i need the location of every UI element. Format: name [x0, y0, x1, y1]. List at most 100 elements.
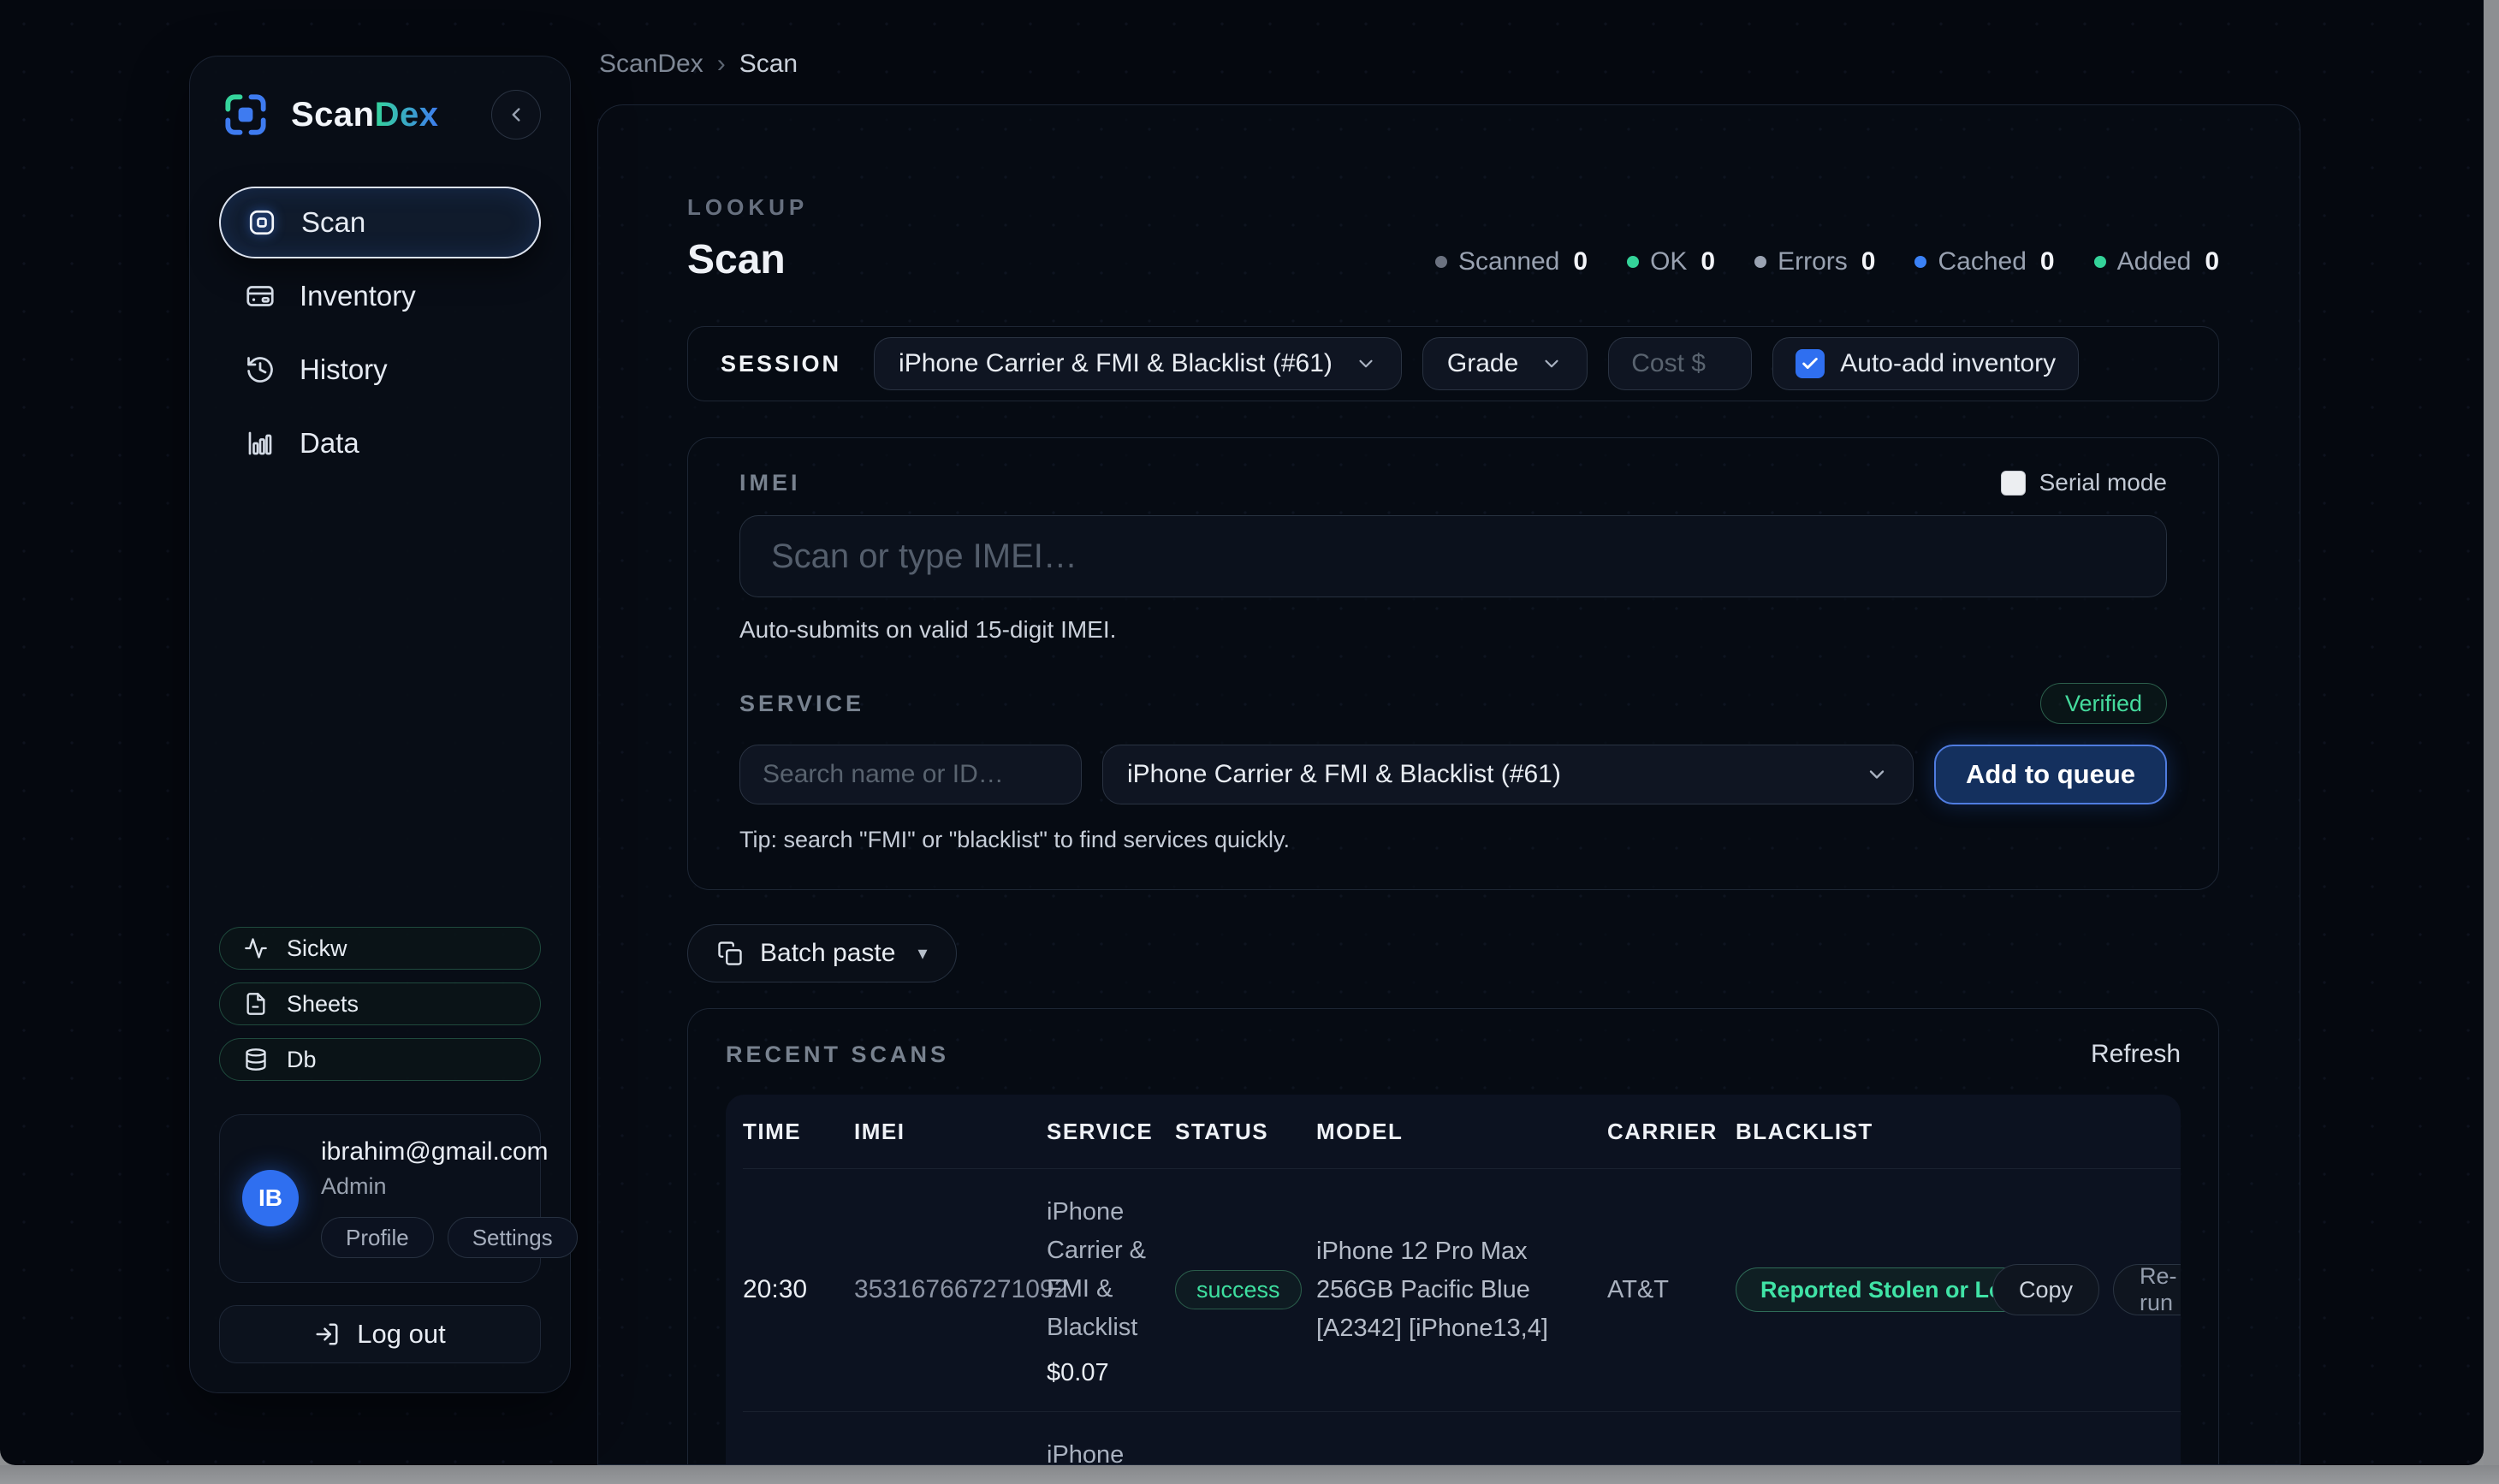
sidebar-nav: Scan Inventory History Data [219, 187, 541, 481]
tool-label: Sheets [287, 991, 359, 1018]
imei-label: IMEI [739, 470, 801, 496]
stat-dot [1914, 256, 1926, 268]
logout-icon [314, 1321, 340, 1347]
col-model: MODEL [1316, 1119, 1607, 1145]
refresh-button[interactable]: Refresh [2091, 1040, 2181, 1069]
history-clock-icon [245, 354, 276, 385]
copy-icon [717, 941, 743, 966]
service-search-input[interactable] [739, 745, 1082, 804]
table-row: 20:30 353167667271092 iPhone Carrier & F… [743, 1168, 2181, 1411]
page-eyebrow: LOOKUP [687, 194, 808, 221]
recent-scans-card: RECENT SCANS Refresh TIME IMEI SERVICE S… [687, 1008, 2219, 1465]
breadcrumb-separator: › [717, 50, 726, 79]
sidebar-tool-sheets[interactable]: Sheets [219, 982, 541, 1025]
sidebar-tool-db[interactable]: Db [219, 1038, 541, 1081]
sidebar: ScanDex Scan Inventory [189, 56, 571, 1393]
table-row: 20:05 357491830272407 iPhone Carrier & F… [743, 1411, 2181, 1465]
cost-input[interactable] [1608, 337, 1752, 390]
copy-button[interactable]: Copy [1992, 1264, 2099, 1315]
batch-paste-button[interactable]: Batch paste ▾ [687, 924, 957, 982]
verified-badge: Verified [2040, 683, 2167, 724]
vertical-scrollbar[interactable] [2484, 0, 2499, 1484]
user-card: IB ibrahim@gmail.com Admin Profile Setti… [219, 1114, 541, 1283]
add-to-queue-button[interactable]: Add to queue [1934, 745, 2167, 804]
session-bar: SESSION iPhone Carrier & FMI & Blacklist… [687, 326, 2219, 401]
breadcrumb-root[interactable]: ScanDex [599, 50, 703, 79]
col-service: SERVICE [1047, 1119, 1175, 1145]
serial-mode-label: Serial mode [2039, 469, 2167, 496]
sidebar-tool-sickw[interactable]: Sickw [219, 927, 541, 970]
row-service: iPhone Carrier & FMI & Blacklist [1047, 1193, 1175, 1347]
scandex-logo-icon [219, 88, 272, 141]
avatar: IB [242, 1170, 299, 1226]
service-select[interactable]: iPhone Carrier & FMI & Blacklist (#61) [1102, 745, 1914, 804]
stat-dot [1627, 256, 1639, 268]
sidebar-item-label: Data [300, 427, 359, 460]
sidebar-spacer [219, 481, 541, 927]
app-background: ScanDex Scan Inventory [0, 0, 2484, 1465]
sidebar-collapse-button[interactable] [491, 90, 541, 139]
col-time: TIME [743, 1119, 854, 1145]
inventory-card-icon [245, 281, 276, 312]
stat-errors: Errors 0 [1754, 247, 1875, 276]
col-blacklist: BLACKLIST [1736, 1119, 1992, 1145]
sidebar-item-label: History [300, 353, 388, 386]
chevron-left-icon [505, 104, 527, 126]
rerun-button[interactable]: Re-run [2113, 1264, 2181, 1315]
activity-pulse-icon [244, 936, 268, 960]
chevron-down-icon [1355, 353, 1377, 375]
logout-button[interactable]: Log out [219, 1305, 541, 1363]
sidebar-item-inventory[interactable]: Inventory [219, 260, 541, 332]
service-tip: Tip: search "FMI" or "blacklist" to find… [739, 827, 2167, 853]
document-icon [244, 992, 268, 1016]
chevron-down-icon [1865, 763, 1889, 787]
row-time: 20:30 [743, 1275, 854, 1304]
bar-chart-icon [245, 428, 276, 459]
sidebar-item-scan[interactable]: Scan [219, 187, 541, 258]
sidebar-header: ScanDex [219, 87, 541, 142]
row-model: iPhone 12 Pro Max 256GB Pacific Blue [A2… [1316, 1232, 1607, 1348]
checkbox-checked-icon[interactable] [1796, 349, 1825, 378]
sidebar-item-history[interactable]: History [219, 334, 541, 406]
service-label: SERVICE [739, 691, 864, 717]
user-info: ibrahim@gmail.com Admin Profile Settings [321, 1137, 518, 1258]
auto-add-label: Auto-add inventory [1840, 349, 2056, 378]
stat-ok: OK 0 [1627, 247, 1715, 276]
imei-input[interactable] [739, 515, 2167, 597]
user-role: Admin [321, 1173, 518, 1200]
scan-stats: Scanned 0 OK 0 Errors 0 Cached 0 [1435, 247, 2219, 276]
session-service-select[interactable]: iPhone Carrier & FMI & Blacklist (#61) [874, 337, 1402, 390]
stat-dot [1435, 256, 1447, 268]
serial-mode-toggle[interactable]: Serial mode [2001, 469, 2167, 496]
batch-paste-label: Batch paste [760, 939, 895, 968]
sidebar-item-label: Scan [301, 206, 365, 239]
session-label: SESSION [721, 351, 841, 377]
row-service: iPhone Carrier & FMI & Blacklist [1047, 1436, 1175, 1465]
lookup-card: IMEI Serial mode Auto-submits on valid 1… [687, 437, 2219, 890]
tool-label: Db [287, 1047, 317, 1073]
caret-down-icon: ▾ [917, 942, 927, 965]
col-status: STATUS [1175, 1119, 1316, 1145]
sidebar-item-label: Inventory [300, 280, 416, 312]
database-icon [244, 1048, 268, 1071]
settings-button[interactable]: Settings [448, 1217, 578, 1258]
checkbox-unchecked-icon[interactable] [2001, 471, 2026, 496]
profile-button[interactable]: Profile [321, 1217, 434, 1258]
bottom-edge-bar [0, 1465, 2499, 1484]
row-price: $0.07 [1047, 1359, 1175, 1387]
logout-label: Log out [357, 1319, 445, 1350]
table-header-row: TIME IMEI SERVICE STATUS MODEL CARRIER B… [743, 1095, 2181, 1168]
status-badge: success [1175, 1270, 1302, 1309]
row-imei: 353167667271092 [854, 1275, 1047, 1304]
imei-hint: Auto-submits on valid 15-digit IMEI. [739, 616, 2167, 644]
breadcrumb-current[interactable]: Scan [739, 50, 798, 79]
sidebar-item-data[interactable]: Data [219, 407, 541, 479]
page-title: Scan [687, 236, 808, 283]
breadcrumb: ScanDex › Scan [599, 50, 798, 79]
user-email: ibrahim@gmail.com [321, 1137, 518, 1166]
chevron-down-icon [1540, 353, 1563, 375]
auto-add-inventory-toggle[interactable]: Auto-add inventory [1772, 337, 2079, 390]
stat-dot [2094, 256, 2106, 268]
row-carrier: AT&T [1607, 1276, 1736, 1304]
grade-select[interactable]: Grade [1422, 337, 1588, 390]
